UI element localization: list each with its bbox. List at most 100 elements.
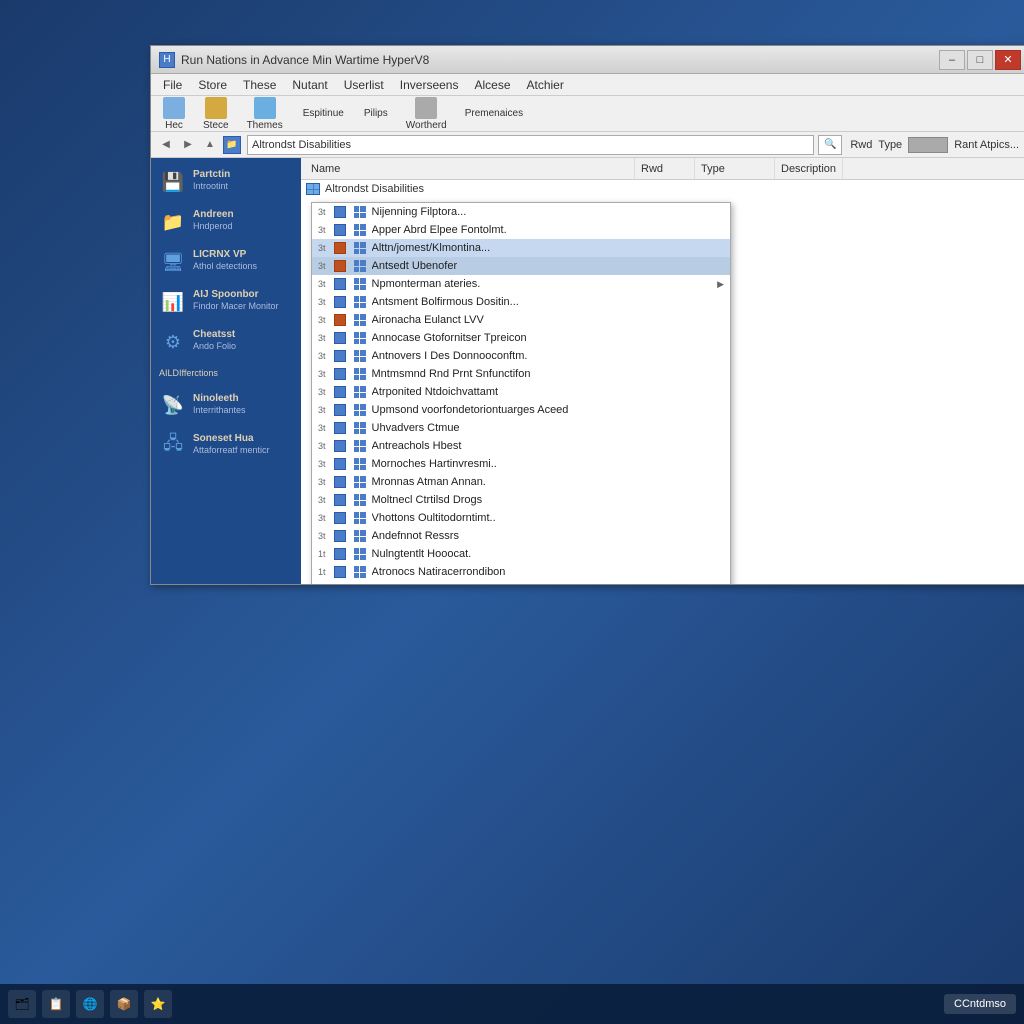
dropdown-item-text-8: Antnovers I Des Donnooconftm. — [372, 350, 724, 362]
dropdown-item-text-1: Apper Abrd Elpee Fontolmt. — [372, 224, 724, 236]
toolbar-stece[interactable]: Stece — [197, 95, 235, 133]
item-icon2-4 — [352, 277, 368, 291]
taskbar-icon-3[interactable]: 📦 — [110, 990, 138, 1018]
menu-atchier[interactable]: Atchier — [519, 76, 572, 94]
licrnx-icon: 🖥 — [159, 248, 187, 276]
dropdown-item-12[interactable]: 3t Uhvadvers Ctmue — [312, 419, 730, 437]
sidebar-item-aildifferctions[interactable]: AILDIfferctions — [151, 362, 301, 386]
dropdown-item-3[interactable]: 3t Antsedt Ubenofer — [312, 257, 730, 275]
item-icon-4 — [332, 277, 348, 291]
dropdown-item-20[interactable]: 1t Atronocs Natiracerrondibon — [312, 563, 730, 581]
partctin-icon: 💾 — [159, 168, 187, 196]
menu-userlist[interactable]: Userlist — [336, 76, 392, 94]
tray-button[interactable]: CCntdmso — [944, 994, 1016, 1014]
menu-nutant[interactable]: Nutant — [284, 76, 335, 94]
badge-1: 3t — [318, 225, 326, 235]
dropdown-item-text-4: Npmonterman ateries. — [372, 278, 714, 290]
ninoleeth-text: Ninoleeth Interrithantes — [193, 392, 246, 417]
dropdown-item-6[interactable]: 3t Aironacha Eulanct LVV — [312, 311, 730, 329]
taskbar-icon-0[interactable]: 🗂 — [8, 990, 36, 1018]
address-input[interactable] — [247, 135, 814, 155]
dropdown-item-17[interactable]: 3t Vhottons Oultitodorntimt.. — [312, 509, 730, 527]
sidebar-item-aij[interactable]: 📊 AIJ Spoonbor Findor Macer Monitor — [151, 282, 301, 322]
sidebar-item-licrnx[interactable]: 🖥 LICRNX VP Athol detections — [151, 242, 301, 282]
col-name[interactable]: Name — [305, 158, 635, 179]
sidebar-item-partctin[interactable]: 💾 💾 Partctin Introotint — [151, 162, 301, 202]
item-icon-5 — [332, 295, 348, 309]
toolbar-pilips[interactable]: Pilips — [358, 106, 394, 121]
dropdown-item-8[interactable]: 3t Antnovers I Des Donnooconftm. — [312, 347, 730, 365]
dropdown-item-2[interactable]: 3t Alttn/jomest/Klmontina... — [312, 239, 730, 257]
dropdown-item-9[interactable]: 3t Mntmsmnd Rnd Prnt Snfunctifon — [312, 365, 730, 383]
dropdown-item-4[interactable]: 3t Npmonterman ateries. ▶ — [312, 275, 730, 293]
read-label: Rwd — [850, 139, 872, 151]
dropdown-item-text-9: Mntmsmnd Rnd Prnt Snfunctifon — [372, 368, 724, 380]
col-type[interactable]: Type — [695, 158, 775, 179]
taskbar-icon-1[interactable]: 📋 — [42, 990, 70, 1018]
sidebar-item-cheatsst[interactable]: ⚙ Cheatsst Ando Folio — [151, 322, 301, 362]
window-title: Run Nations in Advance Min Wartime Hyper… — [181, 53, 939, 67]
dropdown-item-text-2: Alttn/jomest/Klmontina... — [372, 242, 724, 254]
file-list[interactable]: Altrondst Disabilities 3t Nijenning Filp… — [301, 180, 1024, 584]
dropdown-item-13[interactable]: 3t Antreachols Hbest — [312, 437, 730, 455]
type-label: Type — [878, 139, 902, 151]
item-icon-2 — [332, 241, 348, 255]
close-button[interactable]: ✕ — [995, 50, 1021, 70]
sidebar-item-andreen[interactable]: 📁 Andreen Hndperod — [151, 202, 301, 242]
dropdown-item-1[interactable]: 3t Apper Abrd Elpee Fontolmt. — [312, 221, 730, 239]
dropdown-item-10[interactable]: 3t Atrponited Ntdoichvattamt — [312, 383, 730, 401]
dropdown-item-5[interactable]: 3t Antsment Bolfirmous Dositin... — [312, 293, 730, 311]
toolbar-themes[interactable]: Themes — [241, 95, 289, 133]
sidebar-item-soneset[interactable]: 🖧 Soneset Hua Attaforreatf menticr — [151, 426, 301, 466]
dropdown-item-text-14: Mornoches Hartinvresmi.. — [372, 458, 724, 470]
sidebar-item-ninoleeth[interactable]: 📡 Ninoleeth Interrithantes — [151, 386, 301, 426]
taskbar-icon-4[interactable]: ⭐ — [144, 990, 172, 1018]
toolbar-wortherd[interactable]: Wortherd — [400, 95, 453, 133]
dropdown-item-15[interactable]: 3t Mronnas Atman Annan. — [312, 473, 730, 491]
toolbar-premenaices[interactable]: Premenaices — [459, 106, 529, 121]
dropdown-item-14[interactable]: 3t Mornoches Hartinvresmi.. — [312, 455, 730, 473]
dropdown-item-text-7: Annocase Gtofornitser Tpreicon — [372, 332, 724, 344]
dropdown-item-text-11: Upmsond voorfondetoriontuarges Aceed — [372, 404, 724, 416]
back-button[interactable]: ◀ — [157, 136, 175, 154]
hec-icon — [163, 97, 185, 119]
item-icon2-1 — [352, 223, 368, 237]
dropdown-item-text-10: Atrponited Ntdoichvattamt — [372, 386, 724, 398]
forward-button[interactable]: ▶ — [179, 136, 197, 154]
menu-inverseens[interactable]: Inverseens — [392, 76, 467, 94]
dropdown-item-text-16: Moltnecl Ctrtilsd Drogs — [372, 494, 724, 506]
dropdown-item-19[interactable]: 1t Nulngtentlt Hooocat. — [312, 545, 730, 563]
espitinue-label: Espitinue — [301, 106, 346, 121]
dropdown-item-0[interactable]: 3t Nijenning Filptora... — [312, 203, 730, 221]
dropdown-item-11[interactable]: 3t Upmsond voorfondetoriontuarges Aceed — [312, 401, 730, 419]
col-read[interactable]: Rwd — [635, 158, 695, 179]
toolbar-espitinue[interactable]: Espitinue — [295, 104, 352, 123]
column-headers: Name Rwd Type Description — [301, 158, 1024, 180]
minimize-button[interactable]: – — [939, 50, 965, 70]
dropdown-item-text-15: Mronnas Atman Annan. — [372, 476, 724, 488]
list-item[interactable]: Altrondst Disabilities — [301, 180, 1024, 198]
dropdown-item-18[interactable]: 3t Andefnnot Ressrs — [312, 527, 730, 545]
badge-0: 3t — [318, 207, 326, 217]
search-hint: Rant Atpics... — [954, 139, 1019, 151]
maximize-button[interactable]: □ — [967, 50, 993, 70]
search-icon: 🔍 — [818, 135, 842, 155]
color-swatch — [908, 137, 948, 153]
menu-these[interactable]: These — [235, 76, 284, 94]
dropdown-item-16[interactable]: 3t Moltnecl Ctrtilsd Drogs — [312, 491, 730, 509]
dropdown-item-text-3: Antsedt Ubenofer — [372, 260, 724, 272]
menu-alcese[interactable]: Alcese — [466, 76, 518, 94]
badge-3: 3t — [318, 261, 326, 271]
up-button[interactable]: ▲ — [201, 136, 219, 154]
menu-bar: File Store These Nutant Userlist Inverse… — [151, 74, 1024, 96]
dropdown-item-7[interactable]: 3t Annocase Gtofornitser Tpreicon — [312, 329, 730, 347]
item-icon2-2 — [352, 241, 368, 255]
menu-store[interactable]: Store — [190, 76, 235, 94]
dropdown-item-21[interactable]: 3t EsltGed Atcord Meccontin — [312, 581, 730, 584]
aij-icon: 📊 — [159, 288, 187, 316]
menu-file[interactable]: File — [155, 76, 190, 94]
list-item-name: Altrondst Disabilities — [325, 183, 575, 195]
main-window: H Run Nations in Advance Min Wartime Hyp… — [150, 45, 1024, 585]
toolbar-hec[interactable]: Hec — [157, 95, 191, 133]
taskbar-icon-2[interactable]: 🌐 — [76, 990, 104, 1018]
